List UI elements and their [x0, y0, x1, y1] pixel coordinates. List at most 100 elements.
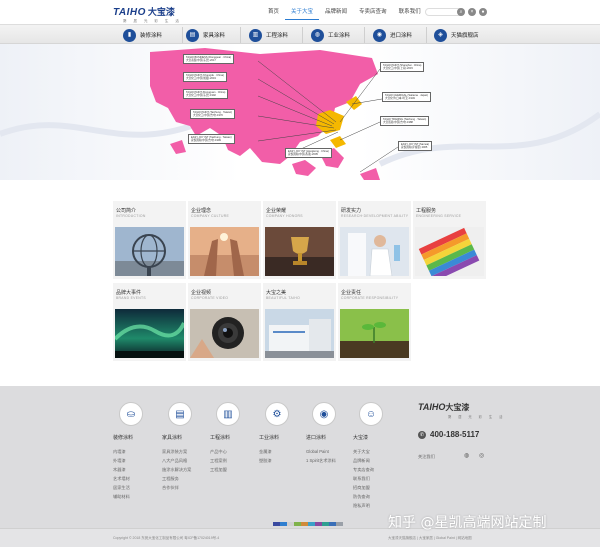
footer-link[interactable]: 艺术墙材	[113, 474, 163, 483]
tile-corporate-responsibility[interactable]: 企业责任 CORPORATE RESPONSIBILITY	[338, 283, 411, 361]
category-industrial-paint[interactable]: ◍ 工业涂料	[311, 28, 350, 42]
cabinet-icon: ▤	[186, 28, 199, 42]
person-icon: ☺	[359, 402, 383, 426]
paint-bucket-icon: ⛀	[119, 402, 143, 426]
tile-beautiful-taiho[interactable]: 大宝之美 BEAUTIFUL TAIHO	[263, 283, 336, 361]
car-icon: ◍	[311, 28, 324, 42]
globe-sculpture-image	[115, 227, 184, 276]
tile-introduction[interactable]: 公司简介 INTRODUCTION	[113, 201, 186, 279]
tile-brand-events[interactable]: 品牌大事件 BRAND EVENTS	[113, 283, 186, 361]
footer-link[interactable]: 塑胶漆	[259, 456, 309, 465]
building-icon: ▥	[216, 402, 240, 426]
color-swatch	[315, 522, 322, 526]
category-decor-paint[interactable]: ▮ 装修涂料	[123, 28, 162, 42]
category-furniture-paint[interactable]: ▤ 家具涂料	[186, 28, 225, 42]
color-swatch	[336, 522, 343, 526]
category-imported-paint[interactable]: ◉ 进口涂料	[373, 28, 412, 42]
category-engineering-paint[interactable]: ▥ 工程涂料	[249, 28, 288, 42]
footer-link[interactable]: 合作伙伴	[162, 483, 212, 492]
close-icon[interactable]: ×	[468, 8, 476, 16]
footer-link[interactable]: 家具涂装方案	[162, 447, 212, 456]
nav-home[interactable]: 首页	[262, 8, 285, 20]
footer-link[interactable]: 工程服务	[162, 474, 212, 483]
site-logo[interactable]: TAIHO 大宝漆 葵 居 光 彩 生 活	[113, 5, 183, 23]
map-callout: TAIHO PAINT (Chengdu · China) 大宝化工(中国·成都)…	[183, 72, 227, 83]
footer-col-industrial: ⚙ 工业涂料 金属漆 塑胶漆	[259, 402, 309, 465]
weibo-icon[interactable]: ◎	[479, 452, 484, 459]
tile-company-culture[interactable]: 企业理念 COMPANY CULTURE	[188, 201, 261, 279]
search-icon[interactable]: ⌕	[457, 8, 465, 16]
footer-link[interactable]: 外墙漆	[113, 456, 163, 465]
footer-link[interactable]: 招商加盟	[353, 483, 403, 492]
map-callout: EASY JOY INT (Samoa) 喜悦国际(萨摩亚) 2005	[398, 141, 433, 152]
nav-contact[interactable]: 联系我们	[393, 8, 427, 20]
color-swatch	[301, 522, 308, 526]
tile-rd-ability[interactable]: 研发实力 RESEARCH·DEVELOPMENT ABILITY	[338, 201, 411, 279]
footer-link[interactable]: 金属漆	[259, 447, 309, 456]
nav-store-locator[interactable]: 专卖店查询	[353, 8, 393, 20]
shopping-bag-icon: ◈	[434, 28, 447, 42]
nav-news[interactable]: 品牌新闻	[319, 8, 353, 20]
follow-label: 关注我们	[418, 454, 435, 459]
footer-col-decor: ⛀ 装修涂料 内墙漆 外墙漆 木器漆 艺术墙材 居家生活 辅助材料	[113, 402, 163, 501]
aurora-image	[115, 309, 184, 358]
footer-link[interactable]: 关于大宝	[353, 447, 403, 456]
watermark: 知乎 @星凯高端网站定制	[388, 515, 547, 531]
footer-link[interactable]: 施涂水解决方案	[162, 465, 212, 474]
color-swatch	[294, 522, 301, 526]
copyright-text: Copyright © 2018 东莞大宝化工制品有限公司 粤ICP备17024…	[113, 536, 220, 540]
footer-link[interactable]: 内墙漆	[113, 447, 163, 456]
hero-banner: TAIHO BUSINESS (Dongguan · China) 大宝商贸(中国…	[0, 44, 600, 180]
tile-corporate-video[interactable]: 企业视频 CORPORATE VIDEO	[188, 283, 261, 361]
motorcycle-icon: ⚙	[265, 402, 289, 426]
map-callout: TAIHO PAINT (Dongguan · China) 大宝化工(中国·东莞…	[183, 89, 229, 100]
footer-link[interactable]: 产品中心	[210, 447, 260, 456]
footer-link[interactable]: 工程加盟	[210, 465, 260, 474]
footer-link[interactable]: 辅助材料	[113, 492, 163, 501]
seedling-image	[340, 309, 409, 358]
footer-link[interactable]: 专卖店查询	[353, 465, 403, 474]
lab-image	[340, 227, 409, 276]
footer-link[interactable]: 联系我们	[353, 474, 403, 483]
color-swatch	[329, 522, 336, 526]
footer-link[interactable]: 品牌新闻	[353, 456, 403, 465]
footer-link[interactable]: 居家生活	[113, 483, 163, 492]
phone-icon: ✆	[418, 430, 426, 439]
main-nav: 首页 关于大宝 品牌新闻 专卖店查询 联系我们	[262, 8, 427, 20]
map-callout: TAIHO PAINT (Shanghai · China) 大宝化工(中国·上海…	[380, 62, 425, 73]
footer-link[interactable]: 隐私声明	[353, 501, 403, 510]
footer-link[interactable]: 工程案例	[210, 456, 260, 465]
footer-link[interactable]: 八大产品风格	[162, 456, 212, 465]
paint-roller-icon: ▮	[123, 28, 136, 42]
map-callout: EASY JOY INT (Hongkong · China) 喜悦国际(中国·香…	[285, 148, 332, 159]
category-tmall-store[interactable]: ◈ 天猫旗舰店	[434, 28, 479, 42]
category-bar: ▮ 装修涂料 ▤ 家具涂料 ▥ 工程涂料 ◍ 工业涂料 ◉ 进口涂料 ◈ 天猫旗…	[0, 24, 600, 44]
factory-image	[265, 309, 334, 358]
hotline: ✆ 400-188-5117	[418, 430, 480, 439]
cabinet-icon: ▤	[168, 402, 192, 426]
camera-lens-image	[190, 309, 259, 358]
footer-link[interactable]: 防伪查询	[353, 492, 403, 501]
site-header: TAIHO 大宝漆 葵 居 光 彩 生 活 首页 关于大宝 品牌新闻 专卖店查询 …	[0, 0, 600, 27]
map-callout: EASY JOY INT (Taichung · Taiwan) 喜悦国际(中国·…	[188, 134, 235, 145]
map-callout: TAIHO TRADING (Taichung · Taiwan) 大宝贸易(中国…	[380, 116, 430, 127]
color-swatch	[273, 522, 280, 526]
raised-hands-image	[190, 227, 259, 276]
color-swatches-image	[415, 227, 484, 276]
bottom-links[interactable]: 大宝漆天猫旗舰店 | 大宝家居 | Global Paint | 网站地图	[388, 536, 472, 541]
map-callout: TAIHO PAINT (Taichung · Taiwan) 大宝化工(中国·台…	[190, 109, 236, 120]
nav-about[interactable]: 关于大宝	[285, 8, 320, 20]
color-swatch	[308, 522, 315, 526]
wechat-icon[interactable]: ◍	[464, 452, 469, 459]
map-callout: TAIHO CHEMICAL (Saitama · Japan) 大宝化学(日本·…	[382, 92, 432, 103]
user-icon[interactable]: ●	[479, 8, 487, 16]
color-strip	[273, 522, 343, 526]
map-callout: TAIHO BUSINESS (Dongguan · China) 大宝商贸(中国…	[183, 54, 235, 65]
footer-link[interactable]: 木器漆	[113, 465, 163, 474]
tile-company-honors[interactable]: 企业荣耀 COMPANY HONORS	[263, 201, 336, 279]
trophy-image	[265, 227, 334, 276]
footer-col-furniture: ▤ 家具涂料 家具涂装方案 八大产品风格 施涂水解决方案 工程服务 合作伙伴	[162, 402, 212, 492]
color-swatch	[322, 522, 329, 526]
tile-engineering-service[interactable]: 工程服务 ENGINEERING SERVICE	[413, 201, 486, 279]
footer-col-engineering: ▥ 工程涂料 产品中心 工程案例 工程加盟	[210, 402, 260, 474]
